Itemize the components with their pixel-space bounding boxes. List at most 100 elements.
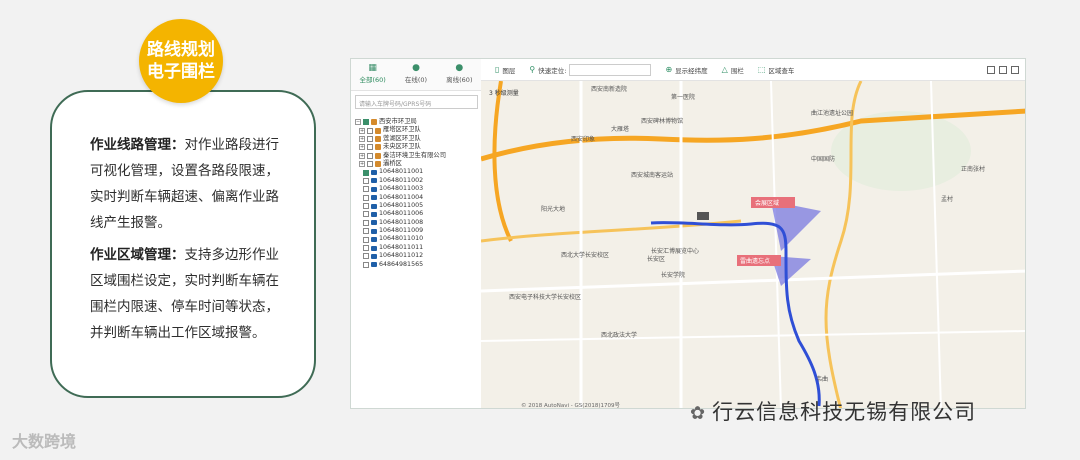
checkbox[interactable] xyxy=(363,194,370,201)
folder-icon xyxy=(375,127,382,134)
tree-group[interactable]: + 雁塔区环卫队 xyxy=(355,126,480,134)
vehicle-icon xyxy=(371,228,378,234)
vehicle-icon xyxy=(371,203,378,209)
vehicle-icon xyxy=(371,262,378,268)
vehicle-icon xyxy=(371,186,378,192)
tree-group[interactable]: + 未央区环卫队 xyxy=(355,143,480,151)
map-label: 第一医院 xyxy=(671,93,695,101)
map-svg: 会展区域 雷曲遗忘点 西安南新造院第一医院西安碑林博物馆西安印象 曲江池遗址公园西… xyxy=(481,81,1025,409)
checkbox[interactable] xyxy=(363,228,370,235)
company-brand: ✿ 行云信息科技无锡有限公司 xyxy=(690,400,977,424)
checkbox[interactable] xyxy=(363,253,370,260)
vehicle-icon xyxy=(371,253,378,259)
checkbox[interactable] xyxy=(363,186,370,193)
area-query-button[interactable]: ⬚ 区域查车 xyxy=(758,65,795,75)
user-icon: ● xyxy=(412,63,420,73)
vehicle-tabs: ▦ 全部(60) ● 在线(0) ● 离线(60) xyxy=(351,59,481,91)
map-label: 长安学院 xyxy=(661,271,685,279)
vehicle-search-input[interactable]: 请输入车牌号码/GPRS号码 xyxy=(355,95,478,109)
tree-vehicle[interactable]: 10648011004 xyxy=(355,194,480,202)
tree-vehicle[interactable]: 10648011010 xyxy=(355,235,480,243)
show-latlng-button[interactable]: ⊕ 显示经纬度 xyxy=(665,65,707,75)
layers-icon: ▯ xyxy=(495,65,500,74)
folder-icon xyxy=(375,161,382,168)
split-icon[interactable] xyxy=(999,65,1007,74)
map-label: 大雁塔 xyxy=(611,125,629,133)
checkbox[interactable] xyxy=(363,245,370,252)
collapse-icon[interactable]: − xyxy=(355,119,361,126)
area-management-text: 作业区域管理：支持多边形作业区域围栏设定，实时判断车辆在围栏内限速、停车时间等状… xyxy=(90,247,279,341)
map-label: 西北政法大学 xyxy=(601,331,637,339)
vehicle-icon xyxy=(371,245,378,251)
tree-vehicle[interactable]: 10648011005 xyxy=(355,202,480,210)
checkbox[interactable] xyxy=(363,211,370,218)
route-management-text: 作业线路管理：对作业路段进行可视化管理，设置各路段限速，实时判断车辆超速、偏离作… xyxy=(90,137,279,231)
tree-vehicle[interactable]: 10648011003 xyxy=(355,185,480,193)
vehicle-icon xyxy=(371,170,378,176)
checkbox[interactable] xyxy=(367,152,374,159)
map-label: 西安碑林博物馆 xyxy=(641,117,683,125)
tab-all[interactable]: ▦ 全部(60) xyxy=(351,59,394,90)
checkbox[interactable] xyxy=(363,169,370,176)
fence-icon: △ xyxy=(721,65,728,74)
checkbox[interactable] xyxy=(363,261,370,268)
expand-icon[interactable]: + xyxy=(359,135,366,142)
user-offline-icon: ● xyxy=(455,63,464,73)
vehicle-icon xyxy=(371,195,378,201)
tree-group[interactable]: + 灞桥区 xyxy=(355,160,480,168)
checkbox[interactable] xyxy=(363,119,369,126)
expand-icon[interactable]: + xyxy=(359,161,366,168)
map-label: 长安区 xyxy=(647,255,665,263)
layers-button[interactable]: ▯ 图层 xyxy=(495,65,515,75)
tree-vehicle[interactable]: 10648011011 xyxy=(355,244,480,252)
tree-vehicle[interactable]: 10648011001 xyxy=(355,168,480,176)
map-label: 西安南新造院 xyxy=(591,85,627,93)
map-label: 阳光大地 xyxy=(541,205,565,213)
map-label: 西安电子科技大学长安校区 xyxy=(509,293,581,301)
quick-locate-input[interactable] xyxy=(569,63,652,76)
checkbox[interactable] xyxy=(363,203,370,210)
checkbox[interactable] xyxy=(367,161,374,168)
expand-icon[interactable]: + xyxy=(359,152,366,159)
map-toolbar: ▯ 图层 ⚲ 快速定位: ⊕ 显示经纬度 △ 围栏 ⬚ 区域查车 xyxy=(481,59,1025,81)
pin-icon: ⚲ xyxy=(529,65,536,74)
checkbox[interactable] xyxy=(367,144,374,151)
watermark: 大数跨境 xyxy=(12,432,77,451)
checkbox[interactable] xyxy=(367,135,374,142)
map-label: 孟村 xyxy=(941,195,953,203)
feature-callout: 作业线路管理：对作业路段进行可视化管理，设置各路段限速，实时判断车辆超速、偏离作… xyxy=(50,90,316,398)
tab-online[interactable]: ● 在线(0) xyxy=(394,59,437,90)
tree-group[interactable]: + 秦洁环境卫生有限公司 xyxy=(355,152,480,160)
map-label: 西北大学长安校区 xyxy=(561,251,609,259)
map-label: 长安汇博展览中心 xyxy=(651,247,699,255)
expand-icon[interactable]: + xyxy=(359,144,366,151)
map-canvas[interactable]: 会展区域 雷曲遗忘点 西安南新造院 第一医院 西安碑林博物馆 西安印象 曲江池遗址公园西… xyxy=(481,81,1025,409)
map-copyright: © 2018 AutoNavi - GS(2018)1709号 xyxy=(521,402,621,409)
tree-vehicle[interactable]: 10648011008 xyxy=(355,219,480,227)
checkbox[interactable] xyxy=(363,236,370,243)
tab-offline[interactable]: ● 离线(60) xyxy=(438,59,481,90)
app-screenshot: ▦ 全部(60) ● 在线(0) ● 离线(60) 请输入车牌号码/GPRS号码 − 西… xyxy=(350,58,1026,409)
fence-label-2: 雷曲遗忘点 xyxy=(740,257,770,265)
restore-icon[interactable] xyxy=(987,65,995,74)
map-label: 韦曲 xyxy=(816,375,828,383)
map-label: 西安城南客运站 xyxy=(631,171,673,179)
tree-vehicle[interactable]: 10648011012 xyxy=(355,252,480,260)
expand-icon[interactable]: + xyxy=(359,127,366,134)
tree-group[interactable]: + 莲湖区环卫队 xyxy=(355,135,480,143)
tree-vehicle[interactable]: 10648011002 xyxy=(355,177,480,185)
folder-icon xyxy=(375,152,382,159)
vehicle-icon xyxy=(371,220,378,226)
tree-vehicle[interactable]: 10648011006 xyxy=(355,210,480,218)
fence-label-1: 会展区域 xyxy=(755,199,779,207)
checkbox[interactable] xyxy=(363,219,370,226)
feature-badge: 路线规划 电子围栏 xyxy=(139,19,223,103)
vehicle-icon xyxy=(371,211,378,217)
tree-vehicle[interactable]: 10648011009 xyxy=(355,227,480,235)
tree-vehicle[interactable]: 64864981565 xyxy=(355,261,480,269)
checkbox[interactable] xyxy=(363,177,370,184)
maximize-icon[interactable] xyxy=(1011,65,1019,74)
target-icon: ⊕ xyxy=(665,65,673,74)
fence-button[interactable]: △ 围栏 xyxy=(722,65,744,75)
checkbox[interactable] xyxy=(367,127,374,134)
